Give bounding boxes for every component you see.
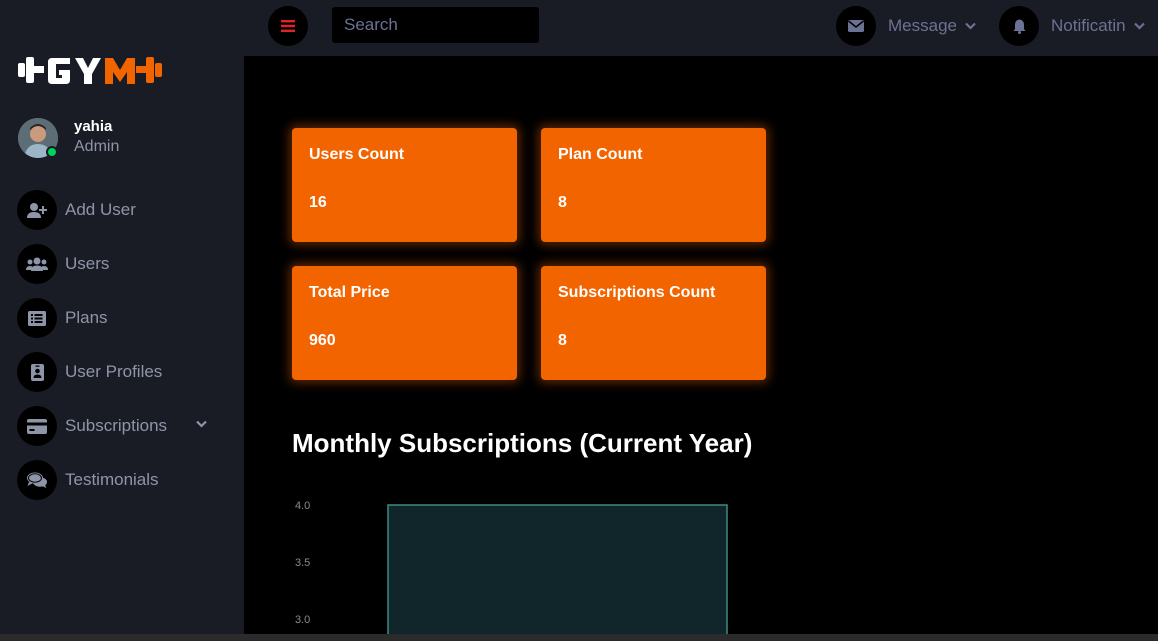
profile-name: yahia	[74, 118, 113, 135]
stat-card-plan-count: Plan Count 8	[541, 128, 766, 242]
sidebar-item-label: Users	[65, 254, 110, 273]
sidebar-item-add-user[interactable]: Add User	[17, 190, 237, 230]
stat-card-total-price: Total Price 960	[292, 266, 517, 380]
sidebar-item-label: User Profiles	[65, 362, 163, 381]
search-input[interactable]	[332, 7, 539, 43]
stat-title: Plan Count	[558, 146, 643, 163]
stat-card-users-count: Users Count 16	[292, 128, 517, 242]
chart-title: Monthly Subscriptions (Current Year)	[292, 428, 753, 458]
notification-dropdown[interactable]: Notificatin	[999, 6, 1145, 46]
notification-label: Notificatin	[1051, 16, 1126, 35]
stat-value: 960	[309, 332, 336, 349]
sidebar-item-label: Testimonials	[65, 470, 159, 489]
sidebar: yahia Admin Add User Users Plans User Pr…	[0, 0, 244, 641]
envelope-icon	[836, 6, 876, 46]
chevron-down-icon[interactable]	[196, 420, 207, 428]
profile-role: Admin	[74, 138, 120, 155]
stat-value: 8	[558, 332, 567, 349]
sidebar-item-user-profiles[interactable]: User Profiles	[17, 352, 237, 392]
stat-title: Subscriptions Count	[558, 284, 716, 301]
online-status-dot	[46, 146, 58, 158]
sidebar-item-testimonials[interactable]: Testimonials	[17, 460, 237, 500]
sidebar-item-plans[interactable]: Plans	[17, 298, 237, 338]
sidebar-item-label: Subscriptions	[65, 416, 168, 435]
y-tick-label: 3.0	[295, 614, 310, 626]
stat-value: 16	[309, 194, 327, 211]
chevron-down-icon	[1133, 22, 1145, 30]
top-navbar: Message Notificatin	[244, 0, 1158, 56]
monthly-subscriptions-chart: 4.0 3.5 3.0	[295, 500, 728, 635]
y-tick-label: 3.5	[295, 557, 310, 569]
sidebar-item-label: Add User	[65, 200, 136, 219]
stat-value: 8	[558, 194, 567, 211]
stat-title: Total Price	[309, 284, 390, 301]
user-profile[interactable]: yahia Admin	[18, 118, 238, 162]
comments-icon	[17, 460, 57, 500]
sidebar-item-users[interactable]: Users	[17, 244, 237, 284]
message-dropdown[interactable]: Message	[836, 6, 976, 46]
bottom-edge	[0, 634, 1158, 641]
sidebar-item-label: Plans	[65, 308, 108, 327]
sidebar-item-subscriptions[interactable]: Subscriptions	[17, 406, 237, 446]
stat-card-subscriptions-count: Subscriptions Count 8	[541, 266, 766, 380]
list-icon	[17, 298, 57, 338]
user-plus-icon	[17, 190, 57, 230]
gym-logo-graphic	[18, 57, 162, 84]
hamburger-icon	[281, 20, 295, 32]
credit-card-icon	[17, 406, 57, 446]
users-icon	[17, 244, 57, 284]
chevron-down-icon	[965, 22, 976, 30]
id-badge-icon	[17, 352, 57, 392]
gym-logo[interactable]	[18, 48, 208, 96]
chart-bar[interactable]	[387, 504, 728, 635]
bell-icon	[999, 6, 1039, 46]
menu-toggle-button[interactable]	[268, 6, 308, 46]
stat-title: Users Count	[309, 146, 405, 163]
message-label: Message	[888, 16, 957, 35]
y-tick-label: 4.0	[295, 500, 310, 512]
